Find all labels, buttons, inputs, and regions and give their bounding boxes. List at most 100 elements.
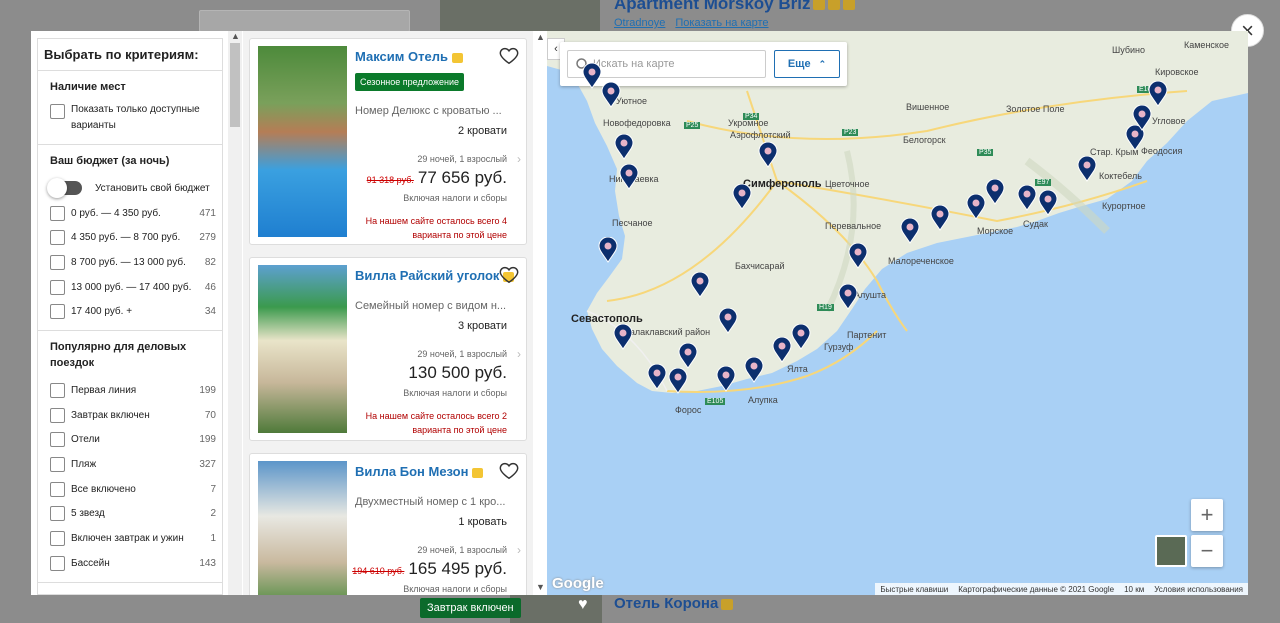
hotel-map-pin-icon[interactable] (966, 194, 986, 220)
hotel-map-pin-icon[interactable] (772, 337, 792, 363)
hotel-map-pin-icon[interactable] (647, 364, 667, 390)
result-card[interactable]: Максим Отель Сезонное предложение Номер Де… (249, 38, 527, 245)
google-logo: Google (552, 575, 604, 592)
checkbox[interactable] (50, 531, 65, 547)
checkbox[interactable] (50, 457, 65, 473)
hotel-map-pin-icon[interactable] (582, 63, 602, 89)
budget-filter-option[interactable]: 13 000 руб. — 17 400 руб. 46 (50, 275, 216, 300)
hotel-map-pin-icon[interactable] (1148, 81, 1168, 107)
satellite-toggle-button[interactable] (1155, 535, 1187, 567)
checkbox[interactable] (50, 230, 65, 246)
chevron-right-icon[interactable]: › (517, 152, 521, 166)
business-filter-option[interactable]: 5 звезд 2 (50, 502, 216, 527)
business-filter-option[interactable]: Завтрак включен 70 (50, 403, 216, 428)
business-section: Популярно для деловых поездок Первая лин… (38, 331, 222, 583)
background-heart-icon: ♥ (578, 596, 588, 613)
chevron-right-icon[interactable]: › (517, 347, 521, 361)
attribution-link[interactable]: 10 км (1119, 585, 1149, 594)
business-filter-option[interactable]: Первая линия 199 (50, 378, 216, 403)
zoom-in-button[interactable]: + (1191, 499, 1223, 531)
hotel-name[interactable]: Вилла Бон Мезон (355, 464, 484, 479)
budget-filter-option[interactable]: 8 700 руб. — 13 000 руб. 82 (50, 250, 216, 275)
checkbox[interactable] (50, 205, 65, 221)
hotel-map-pin-icon[interactable] (930, 205, 950, 231)
chevron-right-icon[interactable]: › (517, 543, 521, 557)
hotel-map-pin-icon[interactable] (1132, 105, 1152, 131)
checkbox[interactable] (50, 407, 65, 423)
road-label: E97 (1035, 179, 1052, 186)
old-price: 91 318 руб. (366, 175, 414, 185)
attribution-link[interactable]: Картографические данные © 2021 Google (953, 585, 1119, 594)
hotel-map-pin-icon[interactable] (619, 164, 639, 190)
hotel-map-pin-icon[interactable] (758, 142, 778, 168)
stay-details: 29 ночей, 1 взрослый (417, 349, 507, 359)
preferred-badge-icon (451, 52, 463, 63)
checkbox[interactable] (50, 104, 65, 119)
hotel-map-pin-icon[interactable] (718, 308, 738, 334)
checkbox[interactable] (50, 432, 65, 448)
business-filter-option[interactable]: Отели 199 (50, 428, 216, 453)
hotel-map-pin-icon[interactable] (678, 343, 698, 369)
zoom-out-button[interactable]: − (1191, 535, 1223, 567)
hotel-map-pin-icon[interactable] (614, 134, 634, 160)
hotel-map-pin-icon[interactable] (1038, 190, 1058, 216)
checkbox[interactable] (50, 279, 65, 295)
budget-toggle[interactable]: Установить свой бюджет (47, 176, 216, 201)
hotel-map-pin-icon[interactable] (791, 324, 811, 350)
attribution-link[interactable]: Быстрые клавиши (875, 585, 953, 594)
favorite-heart-icon[interactable] (498, 44, 520, 66)
hotel-photo[interactable] (258, 265, 347, 433)
checkbox[interactable] (50, 254, 65, 270)
map[interactable]: ‹ Искать на карте Еще ⌃ Шубино Каменское Ки… (547, 31, 1248, 595)
hotel-map-pin-icon[interactable] (744, 357, 764, 383)
filter-label: 4 350 руб. — 8 700 руб. (71, 232, 181, 244)
results-scrollbar[interactable]: ▲ ▼ (533, 31, 547, 595)
hotel-photo[interactable] (258, 46, 347, 237)
hotel-map-pin-icon[interactable] (1017, 185, 1037, 211)
result-card[interactable]: Вилла Бон Мезон Двухместный номер с 1 кро… (249, 453, 527, 595)
checkbox[interactable] (50, 481, 65, 497)
business-filter-option[interactable]: Включен завтрак и ужин 1 (50, 526, 216, 551)
hotel-map-pin-icon[interactable] (716, 366, 736, 392)
hotel-map-pin-icon[interactable] (598, 237, 618, 263)
hotel-map-pin-icon[interactable] (838, 284, 858, 310)
hotel-map-pin-icon[interactable] (848, 243, 868, 269)
filters-scrollbar[interactable]: ▲ (228, 31, 242, 595)
hotel-map-pin-icon[interactable] (1077, 156, 1097, 182)
hotel-map-pin-icon[interactable] (985, 179, 1005, 205)
map-city-label: Партенит (847, 330, 887, 340)
stay-details: 29 ночей, 1 взрослый (417, 545, 507, 555)
budget-filter-option[interactable]: 4 350 руб. — 8 700 руб. 279 (50, 225, 216, 250)
map-city-label: Коктебель (1099, 171, 1142, 181)
availability-checkbox[interactable]: Показать только доступные варианты (50, 102, 216, 138)
hotel-map-pin-icon[interactable] (732, 184, 752, 210)
checkbox[interactable] (50, 304, 65, 320)
favorite-heart-icon[interactable] (498, 459, 520, 481)
filter-count: 471 (199, 207, 216, 219)
hotel-name[interactable]: Максим Отель (355, 49, 463, 64)
hotel-map-pin-icon[interactable] (613, 324, 633, 350)
hotel-name[interactable]: Вилла Райский уголок (355, 268, 515, 283)
budget-filter-option[interactable]: 17 400 руб. + 34 (50, 299, 216, 324)
result-card[interactable]: Вилла Райский уголок Семейный номер с вид… (249, 257, 527, 441)
budget-filter-option[interactable]: 0 руб. — 4 350 руб. 471 (50, 201, 216, 226)
hotel-map-pin-icon[interactable] (601, 82, 621, 108)
hotel-photo[interactable] (258, 461, 347, 595)
checkbox[interactable] (50, 506, 65, 522)
hotel-map-pin-icon[interactable] (690, 272, 710, 298)
business-filter-option[interactable]: Все включено 7 (50, 477, 216, 502)
hotel-map-pin-icon[interactable] (668, 368, 688, 394)
business-filter-option[interactable]: Бассейн 143 (50, 551, 216, 576)
favorite-heart-icon[interactable] (498, 263, 520, 285)
checkbox[interactable] (50, 555, 65, 571)
hotel-map-pin-icon[interactable] (900, 218, 920, 244)
more-button[interactable]: Еще ⌃ (774, 50, 840, 78)
toggle-switch[interactable] (47, 178, 82, 199)
checkbox[interactable] (50, 382, 65, 398)
filter-label: 5 звезд (71, 508, 105, 520)
price: 130 500 руб. (408, 363, 507, 382)
business-filter-option[interactable]: Пляж 327 (50, 452, 216, 477)
attribution-link[interactable]: Условия использования (1149, 585, 1248, 594)
filter-count: 70 (204, 409, 216, 421)
background-hotel-image-bottom (510, 594, 602, 623)
